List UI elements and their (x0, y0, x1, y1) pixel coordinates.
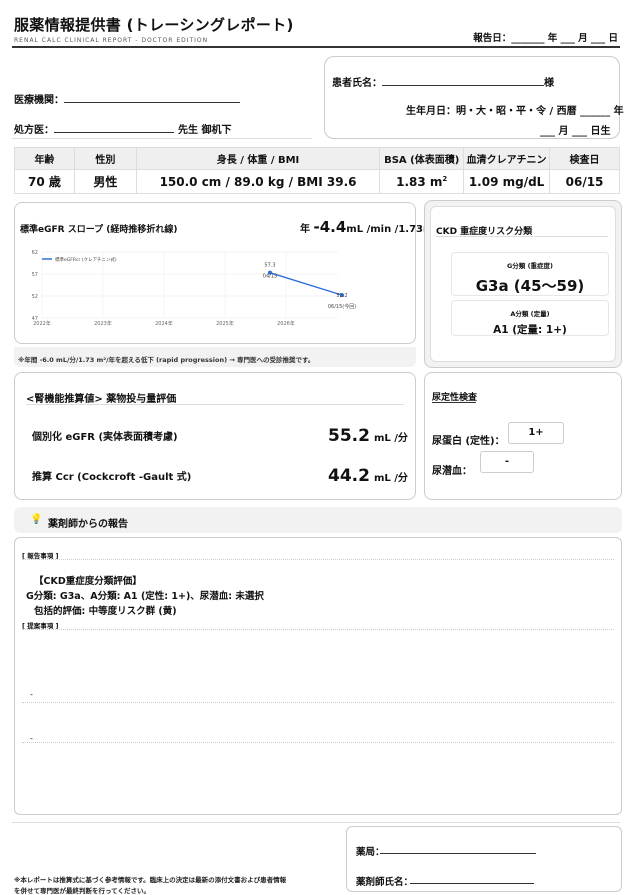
creatinine-value: 1.09 mg/dL (463, 169, 551, 194)
patient-dob-label: 生年月日：明・大・昭・平・令 / 西暦 ______ 年 (406, 106, 624, 117)
institution-row: 医療機関： (14, 91, 240, 106)
patient-name-row: 患者氏名： 様 (332, 74, 554, 89)
x-tick-label: 2023年 (94, 320, 112, 327)
egfr-slope-prefix: 年 (300, 224, 310, 235)
sex-value: 男性 (73, 169, 137, 194)
age-value: 70 歳 (14, 169, 75, 194)
body-value: 150.0 cm / 89.0 kg / BMI 39.6 (135, 169, 381, 194)
individual-egfr-value: 55.2 (328, 426, 370, 446)
y-tick-label: 62 (32, 250, 38, 256)
institution-label: 医療機関： (14, 95, 64, 106)
report-line-overall: 包括的評価: 中等度リスク群 (黄) (34, 606, 177, 617)
doctor-divider (12, 138, 312, 139)
chart-y-ticks: 47525762 (32, 250, 38, 322)
vitals-table: 年齢 性別 身長 / 体重 / BMI BSA (体表面積) 血清クレアチニン … (14, 147, 620, 194)
chart-series: 57.3 04/15 52.2 06/15(今回) (263, 263, 356, 310)
title-divider (12, 46, 620, 48)
vitals-header-row: 年齢 性別 身長 / 体重 / BMI BSA (体表面積) 血清クレアチニン … (14, 147, 620, 170)
lightbulb-icon: 💡 (30, 514, 43, 525)
urine-protein-field[interactable]: 1+ (508, 422, 564, 444)
vitals-value-row: 70 歳 男性 150.0 cm / 89.0 kg / BMI 39.6 1.… (14, 169, 620, 194)
test-date-value: 06/15 (549, 169, 620, 194)
report-line-ckd-heading: 【CKD重症度分類評価】 (34, 576, 142, 587)
header-age: 年齢 (14, 147, 75, 170)
y-tick-label: 57 (32, 272, 38, 278)
ccr-value-row: 44.2 mL /分 (328, 466, 408, 486)
patient-name-field[interactable] (382, 85, 544, 86)
document-subtitle: RENAL CALC CLINICAL REPORT - DOCTOR EDIT… (14, 37, 209, 43)
pharmacist-name-field[interactable] (410, 883, 534, 884)
legend-label: 標準eGFRcr (クレアチニン式) (55, 256, 117, 263)
report-items-divider (22, 559, 614, 560)
data-label: 06/15(今回) (328, 303, 356, 310)
series-line (269, 272, 343, 296)
a-classification-label: A分類 (定量) (510, 310, 550, 318)
header-creatinine: 血清クレアチニン (463, 147, 551, 170)
footer-disclaimer-line2: を併せて専門医が最終判断を行ってください。 (14, 887, 150, 895)
g-classification-label: G分類 (重症度) (506, 262, 554, 270)
pharmacy-field[interactable] (380, 853, 536, 854)
y-tick-label: 52 (32, 294, 38, 300)
bsa-number: 1.83 m (396, 174, 443, 189)
doctor-row: 処方医： 先生 御机下 (14, 121, 231, 136)
patient-dob-line2: ___ 月 ___ 日生 (540, 126, 611, 137)
x-tick-label: 2026年 (277, 320, 295, 327)
chart-x-ticks: 2022年 2023年 2024年 2025年 2026年 (33, 320, 295, 327)
data-label: 57.3 (264, 263, 275, 269)
egfr-slope-title: 標準eGFR スロープ (経時推移折れ線) (20, 225, 178, 235)
ccr-label: 推算 Ccr (Cockcroft -Gault 式) (32, 472, 192, 483)
patient-name-label: 患者氏名： (332, 78, 382, 89)
doctor-label: 処方医： (14, 125, 54, 136)
proposal-bullet-1: - (30, 690, 33, 699)
ccr-unit: mL /分 (373, 473, 408, 484)
patient-name-suffix: 様 (544, 78, 554, 89)
pharmacy-label: 薬局： (356, 847, 385, 858)
bsa-sup: 2 (442, 174, 448, 183)
proposal-line-2 (22, 742, 614, 743)
header-sex: 性別 (73, 147, 137, 170)
proposal-divider (22, 629, 614, 630)
header-body: 身長 / 体重 / BMI (135, 147, 381, 170)
header-bsa: BSA (体表面積) (379, 147, 465, 170)
pharmacist-report-title: 薬剤師からの報告 (48, 519, 128, 530)
egfr-slope-value: -4.4 (313, 218, 347, 236)
doctor-suffix: 先生 御机下 (178, 125, 232, 136)
ckd-title-divider (436, 236, 608, 237)
institution-field[interactable] (64, 102, 240, 103)
dose-title-divider (26, 404, 404, 405)
header-test-date: 検査日 (549, 147, 620, 170)
urine-title-underline (432, 402, 476, 403)
report-date: 報告日：_______ 年 ___ 月 ___ 日 (473, 33, 618, 44)
g-classification-value: G3a (45〜59) (475, 277, 585, 295)
progression-note: ※年間 -6.0 mL/分/1.73 m²/年を超える低下 (rapid pro… (18, 356, 315, 364)
chart-legend: 標準eGFRcr (クレアチニン式) (42, 256, 117, 263)
individual-egfr-unit: mL /分 (373, 433, 408, 444)
x-tick-label: 2024年 (155, 320, 173, 327)
individual-egfr-label: 個別化 eGFR (実体表面積考慮) (32, 432, 178, 443)
ccr-value: 44.2 (328, 466, 370, 486)
individual-egfr-value-row: 55.2 mL /分 (328, 426, 408, 446)
urine-protein-label: 尿蛋白 (定性)： (432, 436, 505, 447)
bsa-value: 1.83 m2 (379, 169, 465, 194)
data-label: 52.2 (336, 293, 347, 299)
urine-blood-field[interactable]: - (480, 451, 534, 473)
a-classification-value: A1 (定量: 1+) (493, 324, 567, 336)
egfr-line-chart: 47525762 2022年 2023年 2024年 2025年 2026年 標準eGF… (32, 250, 357, 327)
egfr-slope-unit: mL /min /1.73m (346, 224, 434, 235)
x-tick-label: 2025年 (216, 320, 234, 327)
document-title: 服薬情報提供書 (トレーシングレポート) (14, 16, 294, 34)
footer-divider (12, 822, 620, 823)
proposal-line-1 (22, 702, 614, 703)
x-tick-label: 2022年 (33, 320, 51, 327)
footer-disclaimer-line1: ※本レポートは推算式に基づく参考情報です。臨床上の決定は最新の添付文書および患者… (14, 876, 287, 884)
urine-blood-label: 尿潜血： (432, 466, 472, 477)
doctor-field[interactable] (54, 132, 174, 133)
pharmacist-name-label: 薬剤師氏名： (356, 877, 414, 888)
dose-title: <腎機能推算値> 薬物投与量評価 (26, 394, 177, 405)
data-label: 04/15 (263, 274, 277, 280)
egfr-slope-value-row: 年 -4.4mL /min /1.73m2 (300, 218, 438, 236)
report-line-classification: G分類: G3a、A分類: A1 (定性: 1+)、尿潜血: 未選択 (26, 591, 264, 602)
